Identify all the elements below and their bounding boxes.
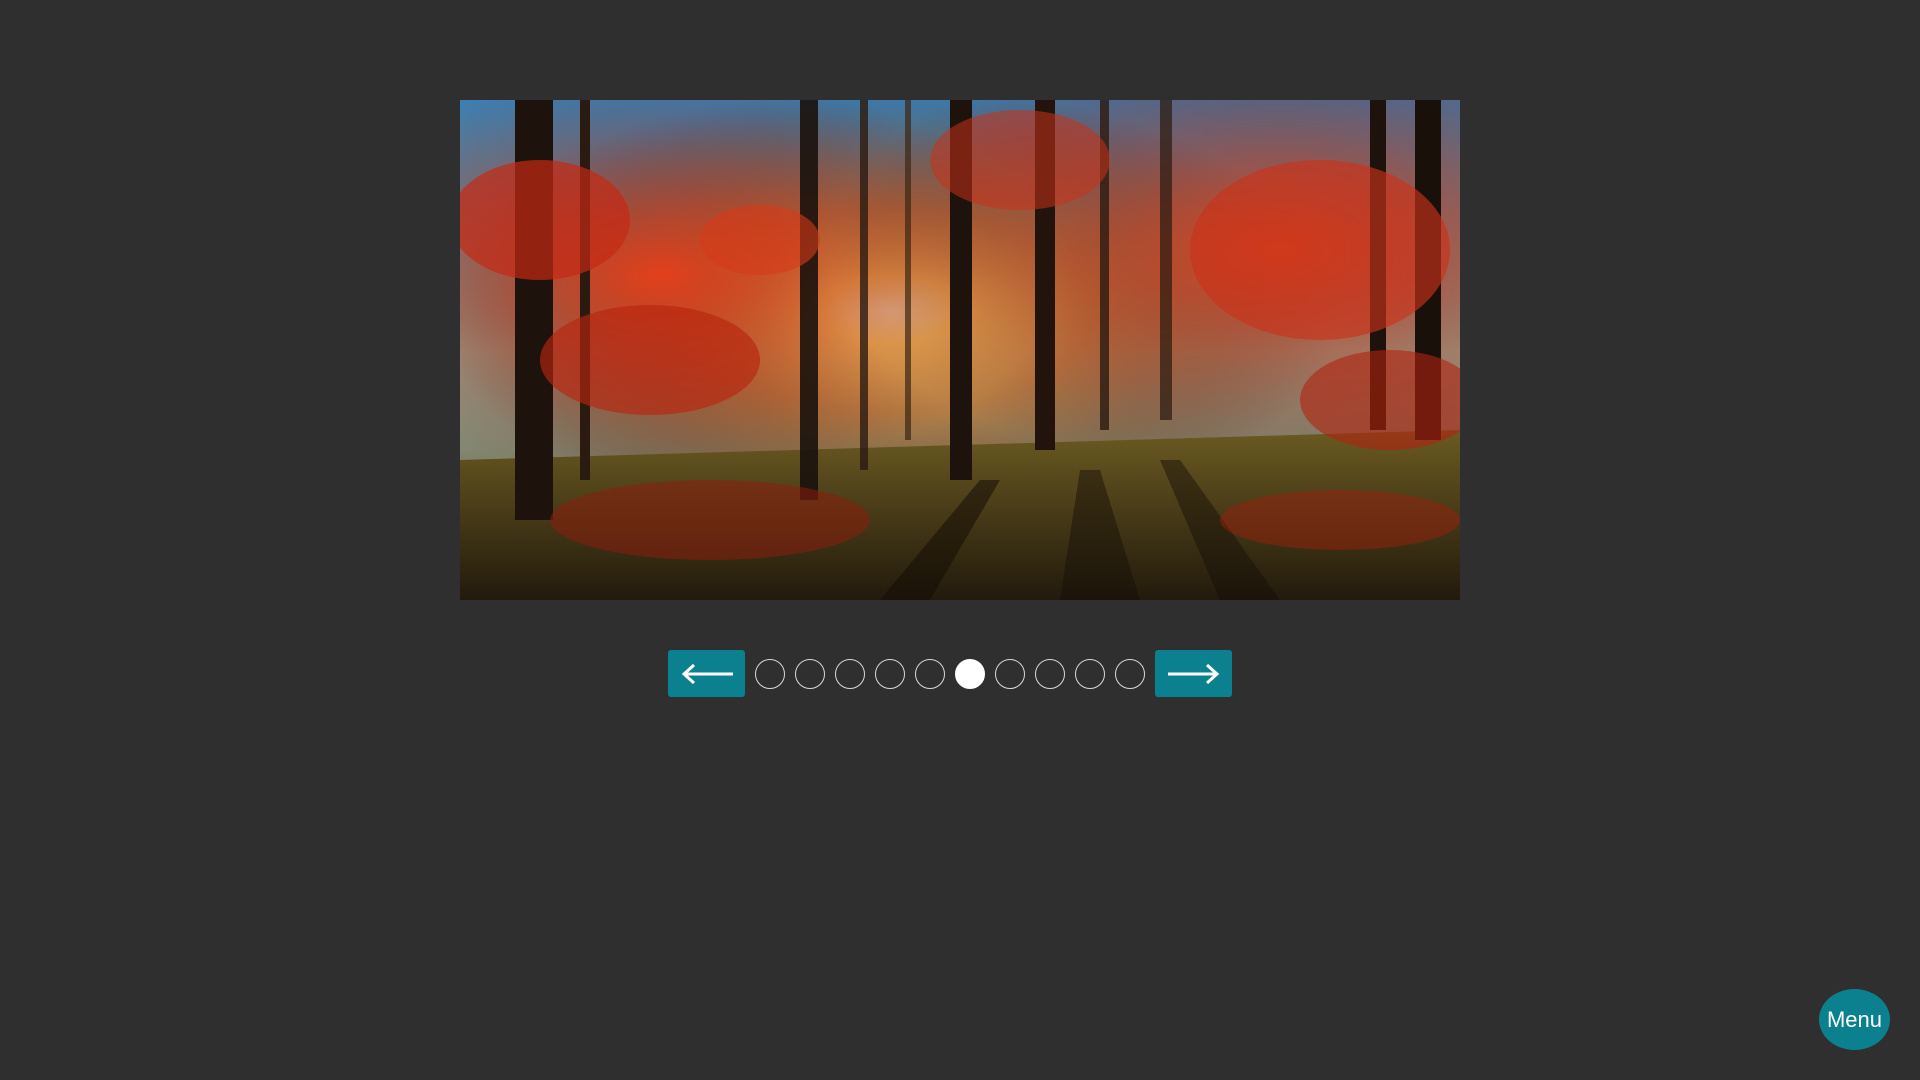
menu-button[interactable]: Menu: [1819, 989, 1890, 1050]
slide-dot[interactable]: [955, 658, 985, 689]
slide-image: [460, 100, 1460, 600]
slide-dot[interactable]: [1035, 658, 1065, 689]
slide-dot[interactable]: [1115, 658, 1145, 689]
arrow-right-icon: [1167, 663, 1219, 684]
prev-button[interactable]: [668, 650, 745, 697]
page: Menu: [0, 0, 1920, 1080]
slider-controls: [668, 650, 1232, 697]
slide-dot[interactable]: [795, 658, 825, 689]
slide-dot[interactable]: [835, 658, 865, 689]
slide-dot[interactable]: [755, 658, 785, 689]
slide-dot[interactable]: [995, 658, 1025, 689]
arrow-left-icon: [681, 663, 733, 684]
slide-indicators: [755, 658, 1145, 689]
autumn-forest-image: [460, 100, 1460, 600]
slide-dot[interactable]: [875, 658, 905, 689]
slide-dot[interactable]: [1075, 658, 1105, 689]
slide-dot[interactable]: [915, 658, 945, 689]
next-button[interactable]: [1155, 650, 1232, 697]
